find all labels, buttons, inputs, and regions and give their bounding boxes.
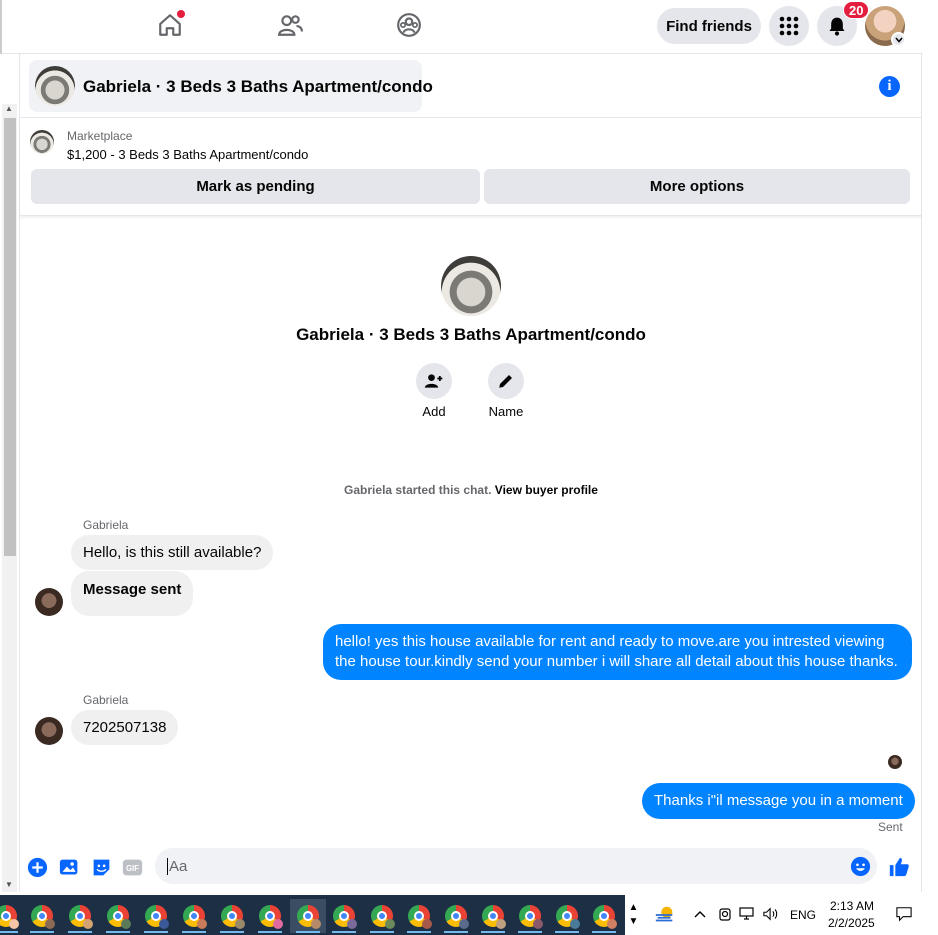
name-label: Name: [488, 404, 524, 419]
text-caret: [167, 857, 168, 875]
chrome-window-button[interactable]: [62, 899, 98, 933]
chat-title-button[interactable]: Gabriela · 3 Beds 3 Baths Apartment/cond…: [29, 60, 433, 112]
name-button[interactable]: Name: [476, 363, 536, 419]
volume-icon[interactable]: [763, 906, 779, 922]
message-input[interactable]: Aa: [155, 848, 877, 884]
message-input-placeholder: Aa: [169, 857, 188, 875]
more-options-button[interactable]: More options: [484, 169, 910, 204]
chrome-window-button[interactable]: [326, 899, 362, 933]
add-label: Add: [422, 404, 446, 419]
chat-header: Gabriela · 3 Beds 3 Baths Apartment/cond…: [20, 54, 922, 118]
sticker-icon[interactable]: [90, 856, 112, 878]
chrome-window-button[interactable]: [100, 899, 136, 933]
incoming-message[interactable]: Message sent: [71, 571, 194, 616]
clock-date[interactable]: 2/2/2025: [828, 916, 875, 930]
chat-started-notice: Gabriela started this chat. View buyer p…: [20, 483, 922, 497]
home-icon[interactable]: [155, 10, 185, 40]
chrome-window-button[interactable]: [549, 899, 585, 933]
outgoing-message[interactable]: hello! yes this house available for rent…: [323, 624, 912, 680]
outgoing-message[interactable]: Thanks i"il message you in a moment: [642, 783, 915, 819]
find-friends-button[interactable]: Find friends: [657, 8, 761, 44]
chrome-window-button[interactable]: [138, 899, 174, 933]
message-status: Sent: [878, 820, 903, 834]
taskbar-scroll-buttons[interactable]: ▲ ▼: [625, 895, 642, 935]
chrome-window-button[interactable]: [438, 899, 474, 933]
chrome-window-button-active[interactable]: [290, 899, 326, 933]
camera-icon[interactable]: [717, 906, 733, 922]
message-composer: GIF Aa: [20, 846, 922, 892]
home-notification-dot: [177, 10, 185, 18]
add-person-icon: [416, 363, 452, 399]
thumbs-up-icon[interactable]: [888, 856, 910, 878]
incoming-message[interactable]: 7202507138: [71, 710, 179, 745]
chrome-window-button[interactable]: [252, 899, 288, 933]
incoming-message[interactable]: Hello, is this still available?: [71, 535, 274, 570]
chrome-window-button[interactable]: [512, 899, 548, 933]
weather-icon[interactable]: [654, 904, 676, 926]
system-tray: ENG 2:13 AM 2/2/2025: [642, 895, 938, 935]
pencil-icon: [488, 363, 524, 399]
groups-icon[interactable]: [394, 10, 424, 40]
top-navigation-bar: Find friends 20: [0, 0, 922, 54]
scroll-up-arrow[interactable]: ▲: [5, 104, 13, 113]
photo-icon[interactable]: [58, 856, 80, 878]
chrome-window-button[interactable]: [24, 899, 60, 933]
view-buyer-profile-link[interactable]: View buyer profile: [495, 483, 598, 497]
language-indicator[interactable]: ENG: [790, 908, 816, 922]
info-icon[interactable]: i: [879, 76, 900, 97]
marketplace-bar: Marketplace $1,200 - 3 Beds 3 Baths Apar…: [20, 118, 922, 216]
read-receipt-avatar: [888, 755, 902, 769]
scrollbar-thumb[interactable]: [4, 118, 16, 556]
scroll-down-arrow[interactable]: ▼: [5, 880, 13, 889]
marketplace-thumbnail: [30, 130, 54, 154]
marketplace-label: Marketplace: [67, 129, 133, 143]
message-sender: Gabriela: [83, 693, 129, 707]
started-text: Gabriela started this chat.: [344, 483, 492, 497]
chrome-window-button[interactable]: [176, 899, 212, 933]
menu-grid-icon[interactable]: [769, 6, 809, 46]
outer-scrollbar[interactable]: [922, 54, 938, 892]
listing-thumbnail: [35, 66, 75, 106]
plus-icon[interactable]: [26, 856, 48, 878]
listing-title[interactable]: $1,200 - 3 Beds 3 Baths Apartment/condo: [67, 147, 308, 162]
chat-title: Gabriela · 3 Beds 3 Baths Apartment/cond…: [83, 77, 433, 96]
chevron-down-icon[interactable]: ▼: [629, 915, 639, 929]
notification-badge: 20: [843, 1, 870, 19]
sender-avatar[interactable]: [35, 588, 63, 616]
notification-center-icon[interactable]: [896, 906, 912, 922]
emoji-icon[interactable]: [849, 855, 871, 877]
add-people-button[interactable]: Add: [404, 363, 464, 419]
chrome-window-button[interactable]: [214, 899, 250, 933]
svg-text:GIF: GIF: [125, 864, 138, 873]
chrome-window-button[interactable]: [0, 899, 24, 933]
window-edge: [0, 0, 2, 54]
chrome-window-button[interactable]: [401, 899, 437, 933]
clock-time[interactable]: 2:13 AM: [830, 899, 874, 913]
friends-icon[interactable]: [275, 10, 305, 40]
chevron-up-icon[interactable]: [692, 906, 708, 922]
chevron-up-icon[interactable]: ▲: [629, 901, 639, 915]
profile-name: Gabriela · 3 Beds 3 Baths Apartment/cond…: [296, 325, 646, 344]
chat-panel: Gabriela · 3 Beds 3 Baths Apartment/cond…: [19, 54, 922, 892]
profile-avatar[interactable]: [441, 256, 501, 316]
gif-icon[interactable]: GIF: [121, 856, 143, 878]
mark-as-pending-button[interactable]: Mark as pending: [31, 169, 480, 204]
chrome-window-button[interactable]: [475, 899, 511, 933]
network-icon[interactable]: [739, 906, 755, 922]
chrome-window-button[interactable]: [364, 899, 400, 933]
message-sender: Gabriela: [83, 518, 129, 532]
chrome-window-button[interactable]: [586, 899, 622, 933]
sender-avatar[interactable]: [35, 717, 63, 745]
chevron-down-icon[interactable]: [891, 32, 906, 47]
